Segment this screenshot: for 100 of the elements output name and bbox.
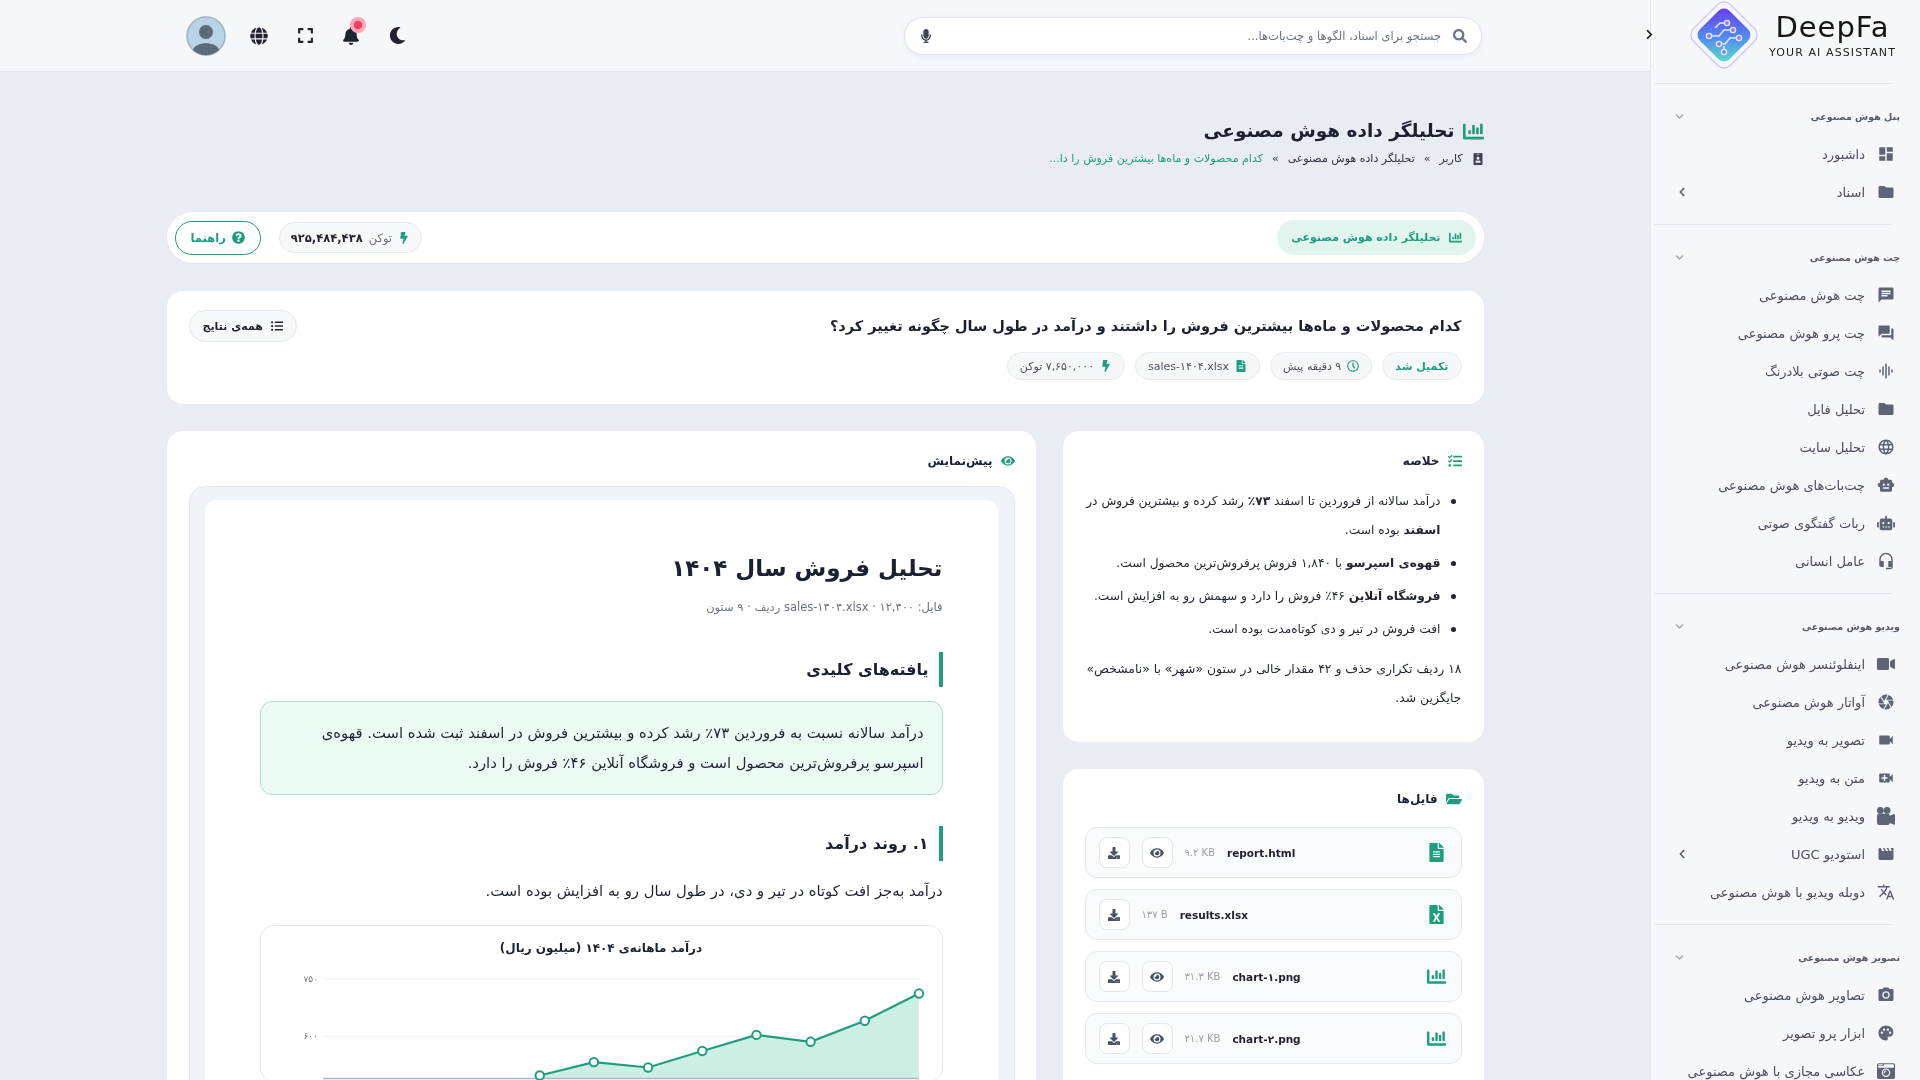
folder-icon [1877,183,1895,201]
sidebar-item[interactable]: عکاسی مجازی با هوش مصنوعی [1651,1052,1920,1080]
file-name: chart-۱.png [1232,970,1301,983]
sidebar-item[interactable]: عامل انسانی [1651,542,1920,580]
download-button[interactable] [1098,1023,1130,1054]
sidebar-item[interactable]: ابزار پرو تصویر [1651,1014,1920,1052]
bullet-icon [1450,561,1456,566]
bullet-text: فروشگاه آنلاین ۴۶٪ فروش را دارد و سهمش رو به افزایش است. [1093,587,1441,606]
video-camera-icon [1877,655,1895,673]
preview-button[interactable] [1141,1023,1173,1054]
palette-icon [1877,1024,1895,1042]
file-name: report.html [1227,846,1296,859]
bar-chart-icon [1426,1029,1446,1048]
download-button[interactable] [1098,899,1130,930]
sidebar-item[interactable]: متن به ویدیو [1651,759,1920,797]
section-heading: یافته‌های کلیدی [259,652,943,687]
breadcrumb-link[interactable]: کاربر [1439,150,1463,168]
breadcrumb-separator: » [1271,151,1279,167]
bullet-icon [1450,594,1456,599]
film-camera-icon [1877,807,1895,825]
lightning-icon [1100,360,1113,372]
logo-tagline: YOUR AI ASSISTANT [1769,45,1896,60]
sidebar-item[interactable]: چت پرو هوش مصنوعی [1651,314,1920,352]
file-row[interactable]: chart-۱.png ۳۱.۳ KB [1084,951,1462,1002]
search-field[interactable]: جستجو برای اسناد، الگوها و چت‌بات‌ها... [904,16,1482,55]
lightning-icon [398,231,411,244]
camera-icon [1877,1062,1895,1080]
sidebar-item[interactable]: اسناد [1651,173,1920,211]
card-title: خلاصه [1402,454,1440,468]
download-button[interactable] [1098,837,1130,868]
sidebar-item[interactable]: ویدیو به ویدیو [1651,797,1920,835]
bullet-text: درآمد سالانه از فروردین تا اسفند ۷۳٪ رشد کرده و بیشترین فروش در اسفند بوده است. [1084,492,1441,539]
bar-chart-icon [1448,231,1462,244]
sidebar-item[interactable]: اینفلوئنسر هوش مصنوعی [1651,645,1920,683]
microphone-icon[interactable] [919,28,933,43]
chart-point [804,1036,816,1047]
moon-icon[interactable] [388,27,406,44]
section-header[interactable]: ویدیو هوش مصنوعی [1651,607,1920,645]
sidebar-item[interactable]: دوبله ویدیو با هوش مصنوعی [1651,873,1920,911]
sidebar-item[interactable]: چت هوش مصنوعی [1651,276,1920,314]
summary-note: ۱۸ ردیف تکراری حذف و ۴۲ مقدار خالی در ستون «شهر» با «نامشخص» جایگزین شد. [1085,660,1462,708]
avatar-icon[interactable] [186,15,226,56]
download-icon [1108,846,1120,859]
bell-icon[interactable] [342,26,360,45]
sidebar-item[interactable]: تحلیل فایل [1651,390,1920,428]
breadcrumb-current: کدام محصولات و ماه‌ها بیشترین فروش را دا... [1049,151,1263,167]
paragraph-text: درآمد به‌جز افت کوتاه در تیر و دی، در طول سال رو به افزایش بوده است. [484,881,943,902]
sidebar-item[interactable]: تصویر به ویدیو [1651,721,1920,759]
id-badge-icon [1471,153,1484,165]
file-icon [1235,360,1247,372]
chart-point [696,1045,707,1057]
sidebar-item[interactable]: ربات گفتگوی صوتی [1651,504,1920,542]
download-button[interactable] [1098,961,1130,992]
chart-point [750,1029,762,1041]
section-header[interactable]: چت هوش مصنوعی [1651,238,1920,276]
clapperboard-icon [1877,845,1895,863]
card-title: پیش‌نمایش [927,454,993,468]
list-icon [270,320,283,332]
sidebar-item[interactable]: تصاویر هوش مصنوعی [1651,976,1920,1014]
bar-chart-icon [1426,967,1446,986]
logo-text: DeepFa [1775,10,1890,43]
sidebar-item[interactable]: چت صوتی بلادرنگ [1651,352,1920,390]
file-name: results.xlsx [1179,908,1248,921]
globe-icon[interactable] [250,26,268,45]
chart-point [859,1015,870,1026]
token-value: ۹۲۵,۴۸۴,۴۳۸ [290,230,363,245]
folder-icon [1877,400,1895,418]
all-results-button[interactable]: همه‌ی نتایج [188,310,297,342]
translate-icon [1877,883,1895,901]
section-header[interactable]: تصویر هوش مصنوعی [1651,938,1920,976]
sidebar-item[interactable]: داشبورد [1651,135,1920,173]
spreadsheet-icon [1426,905,1446,924]
section-header[interactable]: پنل هوش مصنوعی [1651,97,1920,135]
eye-icon [1000,454,1015,468]
sidebar-item[interactable]: آواتار هوش مصنوعی [1651,683,1920,721]
preview-button[interactable] [1141,837,1173,868]
tool-name: تحلیلگر داده هوش مصنوعی [1291,231,1441,244]
sidebar-item[interactable]: چت‌بات‌های هوش مصنوعی [1651,466,1920,504]
page-title: تحلیلگر داده هوش مصنوعی [1203,119,1455,144]
chevron-right-icon[interactable] [1644,29,1655,40]
folder-icon [1445,791,1462,807]
robot-icon [1877,514,1895,532]
file-size: ۳۱.۳ KB [1184,971,1221,982]
document-icon [1426,843,1446,862]
robot-icon [1877,476,1895,494]
breadcrumb-link[interactable]: تحلیلگر داده هوش مصنوعی [1287,150,1415,168]
bullet-text: افت فروش در تیر و دی کوتاه‌مدت بوده است. [1208,621,1441,639]
preview-button[interactable] [1141,961,1173,992]
camera-icon [1877,986,1895,1004]
status-chip: تکمیل شد [1382,352,1462,380]
chart-point [588,1056,599,1068]
fullscreen-icon[interactable] [296,27,314,44]
chart-point [913,988,924,999]
sidebar-item[interactable]: استودیو UGC [1651,835,1920,873]
bullet-icon [1450,627,1456,632]
headset-icon [1877,552,1895,570]
file-row[interactable]: chart-۲.png ۲۱.۷ KB [1084,1013,1462,1064]
sidebar-item[interactable]: تحلیل سایت [1651,428,1920,466]
breadcrumb-separator: » [1423,151,1431,167]
logo-icon [1689,0,1759,70]
